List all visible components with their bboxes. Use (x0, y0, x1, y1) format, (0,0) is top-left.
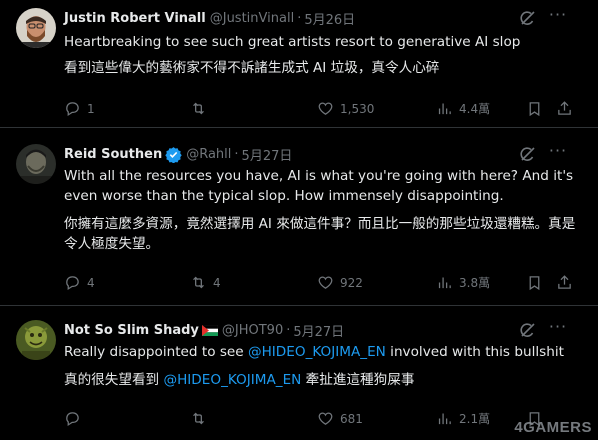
grok-icon[interactable] (518, 8, 538, 28)
view-count: 3.8萬 (459, 276, 491, 290)
share-icon (558, 101, 571, 115)
bookmark-button[interactable] (526, 100, 549, 117)
display-name[interactable]: Justin Robert Vinall (64, 11, 206, 26)
tweet-date[interactable]: 5月27日 (242, 145, 293, 164)
avatar[interactable] (16, 144, 56, 184)
mention-link[interactable]: @HIDEO_KOJIMA_EN (248, 344, 386, 360)
more-icon[interactable]: ··· (548, 143, 568, 164)
avatar[interactable] (16, 8, 56, 48)
view-count: 2.1萬 (459, 412, 491, 426)
views-button[interactable]: 3.8萬 (436, 274, 490, 291)
reply-count: 1 (87, 101, 95, 116)
reply-button[interactable]: 1 (64, 100, 95, 117)
avatar[interactable] (16, 320, 56, 360)
user-handle[interactable]: @JHOT90 (222, 323, 283, 338)
tweet-text-en: Heartbreaking to see such great artists … (64, 34, 521, 50)
tweet-text-en: Really disappointed to see @HIDEO_KOJIMA… (64, 342, 582, 362)
heart-icon (318, 276, 333, 289)
tweet-actions: 1 1,530 4.4萬 (64, 100, 574, 120)
user-handle[interactable]: @JustinVinall (210, 11, 294, 26)
retweet-icon (193, 276, 204, 289)
reply-icon (66, 102, 79, 117)
bookmark-icon (529, 102, 540, 117)
text-segment: 牽扯進這種狗屎事 (301, 372, 415, 388)
heart-icon (318, 412, 333, 425)
grok-icon[interactable] (518, 144, 538, 164)
views-button[interactable]: 2.1萬 (436, 410, 490, 427)
views-icon (438, 413, 451, 425)
display-name[interactable]: Not So Slim Shady (64, 323, 199, 338)
views-icon (438, 277, 451, 289)
tweet-header: Justin Robert Vinall @JustinVinall · 5月2… (64, 8, 582, 28)
like-button[interactable]: 1,530 (317, 100, 374, 117)
reply-button[interactable] (64, 410, 87, 427)
more-icon[interactable]: ··· (548, 319, 568, 340)
display-name[interactable]: Reid Southen (64, 147, 162, 162)
retweet-icon (193, 102, 204, 115)
like-count: 681 (340, 411, 363, 426)
tweet[interactable]: Not So Slim Shady @JHOT90 · 5月27日 ··· Re… (0, 306, 598, 440)
heart-icon (318, 102, 333, 115)
retweet-button[interactable] (190, 100, 213, 117)
text-segment: 真的很失望看到 (64, 372, 164, 388)
separator-dot: · (234, 146, 239, 162)
views-icon (438, 103, 451, 115)
verified-badge-icon (165, 146, 182, 163)
text-segment: involved with this bullshit (385, 344, 564, 360)
mention-link[interactable]: @HIDEO_KOJIMA_EN (163, 372, 301, 388)
tweet-text-en: With all the resources you have, AI is w… (64, 168, 574, 204)
retweet-icon (193, 412, 204, 425)
bookmark-button[interactable] (526, 274, 549, 291)
palestine-flag-icon (201, 324, 218, 336)
tweet-header: Reid Southen @Rahll · 5月27日 (64, 144, 582, 164)
grok-icon[interactable] (518, 320, 538, 340)
tweet-text-zh: 你擁有這麼多資源，竟然選擇用 AI 來做這件事？而且比一般的那些垃圾還糟糕。真是… (64, 216, 576, 252)
view-count: 4.4萬 (459, 102, 491, 116)
text-segment: Really disappointed to see (64, 344, 248, 360)
like-count: 1,530 (340, 101, 375, 116)
tweet-text-zh: 真的很失望看到 @HIDEO_KOJIMA_EN 牽扯進這種狗屎事 (64, 370, 582, 390)
user-handle[interactable]: @Rahll (186, 147, 231, 162)
reply-icon (66, 412, 79, 427)
share-button[interactable] (556, 100, 579, 117)
tweet[interactable]: Reid Southen @Rahll · 5月27日 ··· With all… (0, 128, 598, 306)
retweet-button[interactable]: 4 (190, 274, 221, 291)
like-button[interactable]: 922 (317, 274, 363, 291)
more-icon[interactable]: ··· (548, 7, 568, 28)
retweet-count: 4 (213, 275, 221, 290)
tweet-date[interactable]: 5月27日 (293, 321, 344, 340)
views-button[interactable]: 4.4萬 (436, 100, 490, 117)
bookmark-icon (529, 276, 540, 291)
separator-dot: · (297, 10, 302, 26)
like-count: 922 (340, 275, 363, 290)
reply-button[interactable]: 4 (64, 274, 95, 291)
reply-count: 4 (87, 275, 95, 290)
watermark: 4GAMERS (514, 419, 592, 436)
tweet-date[interactable]: 5月26日 (304, 9, 355, 28)
reply-icon (66, 276, 79, 291)
tweet-text-zh: 看到這些偉大的藝術家不得不訴諸生成式 AI 垃圾，真令人心碎 (64, 60, 440, 76)
tweet-actions: 681 2.1萬 (64, 410, 574, 430)
separator-dot: · (286, 322, 291, 338)
tweet[interactable]: Justin Robert Vinall @JustinVinall · 5月2… (0, 0, 598, 128)
tweet-header: Not So Slim Shady @JHOT90 · 5月27日 (64, 320, 582, 340)
like-button[interactable]: 681 (317, 410, 363, 427)
share-icon (558, 275, 571, 289)
retweet-button[interactable] (190, 410, 213, 427)
tweet-actions: 4 4 922 3.8萬 (64, 274, 574, 294)
share-button[interactable] (556, 274, 579, 291)
